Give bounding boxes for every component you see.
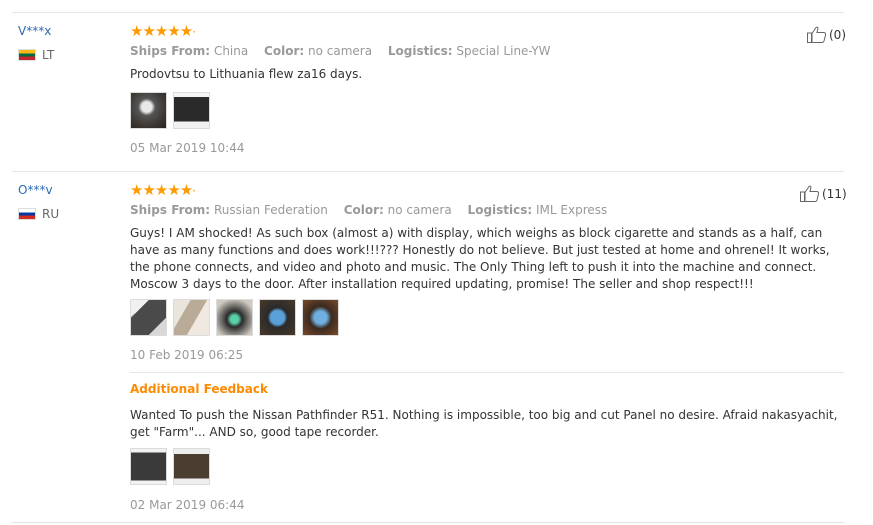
russia-flag-icon: [18, 208, 36, 220]
ships-from-value: Russian Federation: [213, 203, 328, 217]
review-text: Prodovtsu to Lithuania flew za16 days.: [130, 67, 363, 81]
additional-feedback-title: Additional Feedback: [130, 382, 268, 396]
color-value: no camera: [387, 203, 452, 217]
logistics-label: Logistics:: [467, 203, 533, 217]
reviewer-country: LT: [18, 48, 54, 62]
lithuania-flag-icon: [18, 49, 36, 61]
ships-from-value: China: [213, 44, 249, 58]
star-rating: ★★★★★·: [130, 181, 197, 199]
ships-from-label: Ships From:: [130, 203, 211, 217]
helpful-count: (0): [829, 27, 846, 42]
review-photo[interactable]: [259, 299, 296, 336]
additional-feedback-text: Wanted To push the Nissan Pathfinder R51…: [130, 408, 838, 439]
additional-feedback-date: 02 Mar 2019 06:44: [130, 498, 245, 512]
review-date: 05 Mar 2019 10:44: [130, 141, 245, 155]
review-photo[interactable]: [173, 448, 210, 485]
thumbs-up-icon: [800, 185, 820, 202]
reviewer-country: RU: [18, 207, 59, 221]
review-photo[interactable]: [130, 92, 167, 129]
country-code: RU: [42, 207, 60, 221]
logistics-value: Special Line-YW: [456, 44, 551, 58]
review-date: 10 Feb 2019 06:25: [130, 348, 244, 362]
order-info: Ships From: Russian Federation Color: no…: [130, 203, 607, 217]
star-rating: ★★★★★·: [130, 22, 197, 40]
additional-photos: [130, 448, 210, 485]
helpful-button[interactable]: (11): [800, 185, 847, 202]
helpful-count: (11): [822, 186, 847, 201]
order-info: Ships From: China Color: no camera Logis…: [130, 44, 551, 58]
color-label: Color:: [264, 44, 305, 58]
country-code: LT: [42, 48, 55, 62]
helpful-button[interactable]: (0): [807, 26, 846, 43]
thumbs-up-icon: [807, 26, 827, 43]
logistics-value: IML Express: [536, 203, 608, 217]
reviewer-name: V***x: [18, 24, 52, 38]
reviewer-name: O***v: [18, 183, 53, 197]
ships-from-label: Ships From:: [130, 44, 211, 58]
top-divider: [12, 12, 844, 13]
review-photo[interactable]: [173, 92, 210, 129]
review-photo[interactable]: [130, 299, 167, 336]
bottom-divider: [12, 522, 844, 523]
review-photos: [130, 92, 210, 129]
logistics-label: Logistics:: [387, 44, 453, 58]
review-photo[interactable]: [302, 299, 339, 336]
review-photo[interactable]: [173, 299, 210, 336]
review-photos: [130, 299, 339, 336]
color-value: no camera: [308, 44, 373, 58]
additional-divider: [130, 372, 844, 373]
review-photo[interactable]: [130, 448, 167, 485]
review-text: Guys! I AM shocked! As such box (almost …: [130, 226, 830, 291]
review-divider: [12, 171, 844, 172]
color-label: Color:: [343, 203, 384, 217]
review-photo[interactable]: [216, 299, 253, 336]
